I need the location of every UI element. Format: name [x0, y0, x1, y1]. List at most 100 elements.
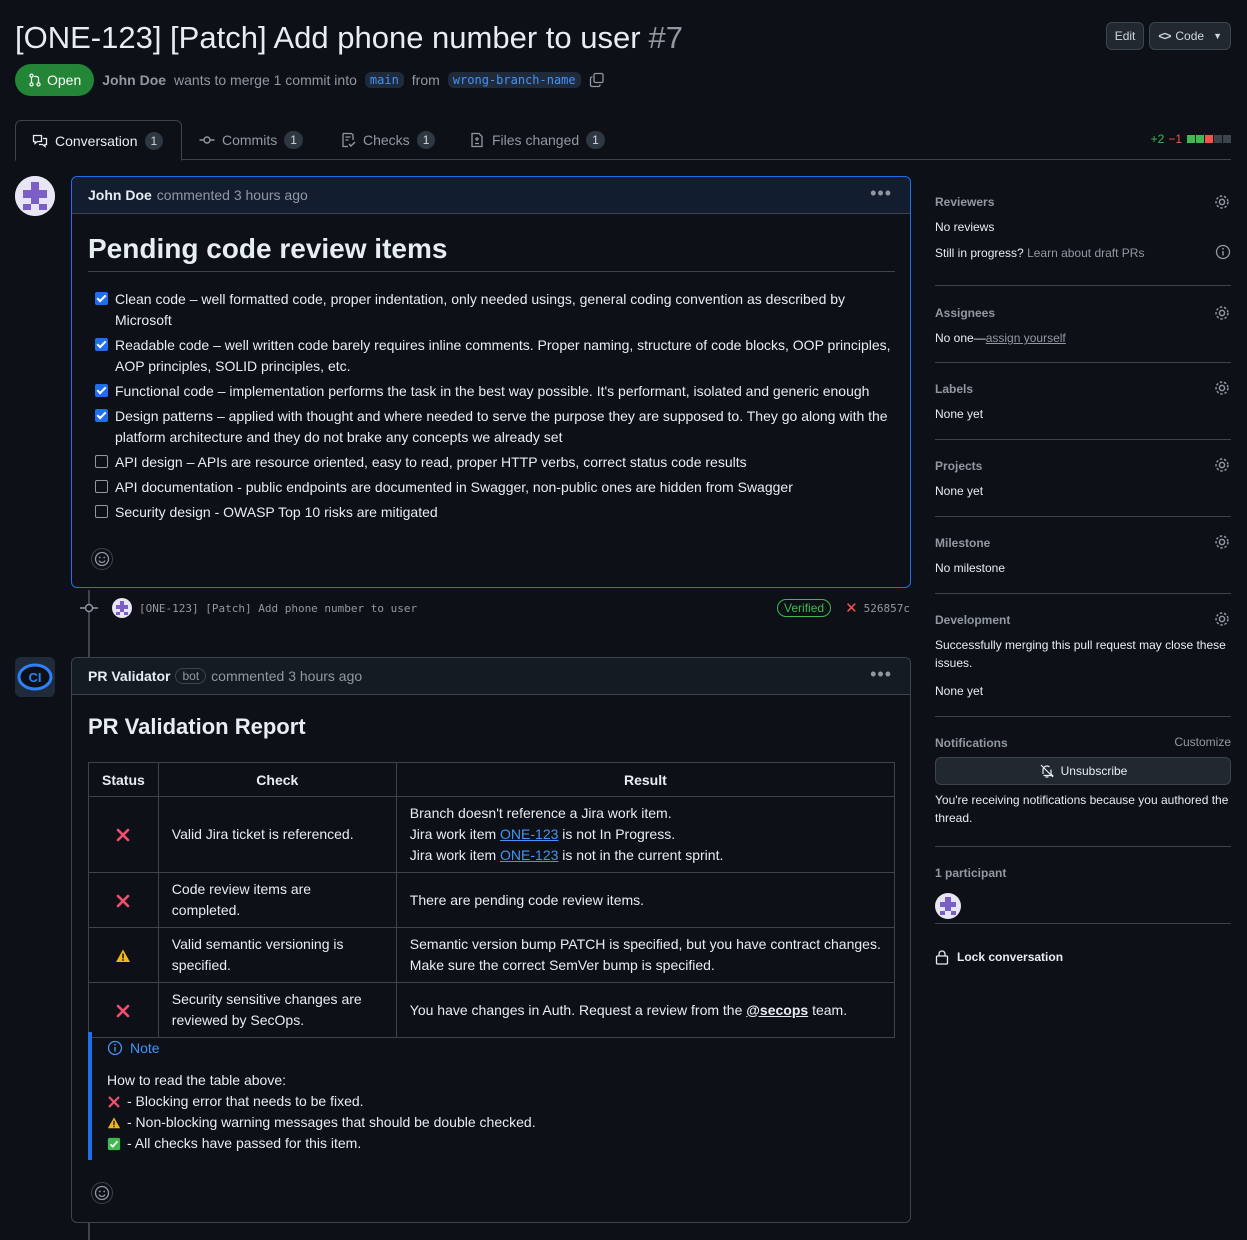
assign-yourself-link[interactable]: assign yourself — [986, 331, 1066, 345]
commit-message[interactable]: [ONE-123] [Patch] Add phone number to us… — [139, 602, 417, 615]
sidebar-development: Development Successfully merging this pu… — [935, 594, 1231, 717]
verified-badge[interactable]: Verified — [777, 599, 832, 617]
checkbox-unchecked[interactable] — [95, 505, 108, 518]
status-cell — [88, 796, 159, 873]
kebab-menu-icon[interactable]: ••• — [870, 183, 892, 204]
draft-text: Still in progress? — [935, 246, 1024, 260]
jira-issue-link[interactable]: ONE-123 — [500, 847, 558, 863]
checkbox-checked[interactable] — [95, 409, 108, 422]
smiley-icon — [94, 551, 110, 567]
assignees-none: No one— — [935, 331, 986, 345]
sidebar-section-title: 1 participant — [935, 866, 1007, 880]
checkbox-checked[interactable] — [95, 338, 108, 351]
edit-button[interactable]: Edit — [1105, 22, 1145, 50]
cross-mark-icon — [115, 1003, 131, 1019]
tab-checks[interactable]: Checks 1 — [324, 120, 451, 160]
sidebar-section-title: Assignees — [935, 306, 996, 320]
author-link[interactable]: John Doe — [102, 72, 166, 88]
lock-icon — [935, 950, 949, 965]
deletions-count: −1 — [1168, 132, 1182, 146]
comment-timestamp[interactable]: commented 3 hours ago — [211, 668, 362, 684]
lock-label: Lock conversation — [957, 950, 1064, 964]
lock-conversation-button[interactable]: Lock conversation — [935, 924, 1231, 974]
tab-counter: 1 — [586, 131, 605, 149]
legend-text: - All checks have passed for this item. — [127, 1135, 362, 1151]
gear-icon[interactable] — [1213, 533, 1231, 551]
checkbox-unchecked[interactable] — [95, 480, 108, 493]
tab-label: Files changed — [492, 132, 580, 148]
note-callout: Note How to read the table above: - Bloc… — [88, 1032, 688, 1160]
cross-mark-icon — [107, 1095, 121, 1109]
note-title: Note — [107, 1040, 688, 1056]
cross-mark-icon — [115, 893, 131, 909]
git-commit-icon — [199, 136, 215, 144]
bot-avatar[interactable]: CI — [15, 657, 55, 697]
table-body: Valid Jira ticket is referenced. Branch d… — [88, 796, 896, 1038]
result-text: is not in the current sprint. — [558, 847, 724, 863]
customize-link[interactable]: Customize — [1174, 735, 1231, 749]
copy-icon[interactable] — [589, 72, 605, 88]
code-button[interactable]: <> Code ▼ — [1149, 22, 1231, 50]
tab-files-changed[interactable]: Files changed 1 — [453, 120, 621, 160]
comment-timestamp[interactable]: commented 3 hours ago — [157, 187, 308, 203]
result-text: You have changes in Auth. Request a revi… — [409, 1001, 747, 1018]
gear-icon[interactable] — [1213, 193, 1231, 211]
tab-counter: 1 — [284, 131, 303, 149]
task-text: API documentation - public endpoints are… — [115, 479, 793, 495]
base-branch[interactable]: main — [364, 72, 404, 88]
kebab-menu-icon[interactable]: ••• — [870, 664, 892, 685]
tab-conversation[interactable]: Conversation 1 — [15, 120, 182, 161]
pr-meta: Open John Doe wants to merge 1 commit in… — [15, 64, 605, 96]
result-cell: There are pending code review items. — [395, 872, 896, 928]
result-text: team. — [808, 1001, 848, 1018]
add-reaction-button[interactable] — [91, 548, 113, 570]
avatar[interactable] — [15, 176, 55, 216]
checkbox-checked[interactable] — [95, 384, 108, 397]
checkbox-unchecked[interactable] — [95, 455, 108, 468]
x-icon[interactable]: ✕ — [845, 599, 858, 617]
head-branch[interactable]: wrong-branch-name — [447, 72, 581, 88]
add-reaction-button[interactable] — [91, 1182, 113, 1204]
task-item: Security design - OWASP Top 10 risks are… — [88, 502, 895, 523]
gear-icon[interactable] — [1213, 456, 1231, 474]
smiley-icon — [94, 1185, 110, 1201]
labels-value: None yet — [935, 407, 984, 421]
checkbox-checked[interactable] — [95, 292, 108, 305]
legend-item: - Blocking error that needs to be fixed. — [107, 1091, 688, 1112]
pr-number: #7 — [648, 20, 684, 55]
participant-avatar[interactable] — [935, 893, 961, 919]
diffstat-block-neutral — [1223, 135, 1231, 143]
sidebar-assignees: Assignees No one—assign yourself — [935, 286, 1231, 363]
sidebar-reviewers: Reviewers No reviews Still in progress? … — [935, 180, 1231, 286]
diffstat-bar — [1186, 132, 1231, 146]
unsubscribe-button[interactable]: Unsubscribe — [935, 757, 1231, 785]
gear-icon[interactable] — [1213, 610, 1231, 628]
commit-author-avatar[interactable] — [112, 598, 132, 618]
tab-label: Commits — [222, 132, 278, 148]
bell-slash-icon — [1040, 764, 1054, 778]
notifications-reason: You're receiving notifications because y… — [935, 793, 1229, 825]
comment-author[interactable]: PR Validator — [88, 668, 170, 684]
sidebar-participants: 1 participant — [935, 847, 1231, 924]
note-intro: How to read the table above: — [107, 1072, 287, 1088]
result-line: Branch doesn't reference a Jira work ite… — [410, 803, 881, 824]
draft-link[interactable]: Learn about draft PRs — [1027, 246, 1144, 260]
result-line: Jira work item ONE-123 is not in the cur… — [410, 845, 881, 866]
gear-icon[interactable] — [1213, 304, 1231, 322]
tab-label: Conversation — [55, 132, 138, 149]
task-item: API documentation - public endpoints are… — [88, 477, 895, 498]
milestone-value: No milestone — [935, 561, 1006, 575]
additions-count: +2 — [1150, 132, 1165, 146]
info-icon[interactable] — [1215, 244, 1231, 260]
jira-issue-link[interactable]: ONE-123 — [500, 826, 558, 842]
task-text: API design – APIs are resource oriented,… — [115, 454, 747, 470]
result-line: There are pending code review items. — [410, 890, 881, 911]
gear-icon[interactable] — [1213, 379, 1231, 397]
comment-author[interactable]: John Doe — [88, 187, 152, 203]
header-actions: Edit <> Code ▼ — [1105, 22, 1231, 50]
tab-commits[interactable]: Commits 1 — [183, 120, 319, 160]
commit-sha[interactable]: 526857c — [864, 602, 910, 615]
task-item: Clean code – well formatted code, proper… — [88, 289, 895, 331]
team-mention-link[interactable]: @secops — [746, 1002, 808, 1018]
diffstat: +2 −1 — [1151, 132, 1231, 146]
